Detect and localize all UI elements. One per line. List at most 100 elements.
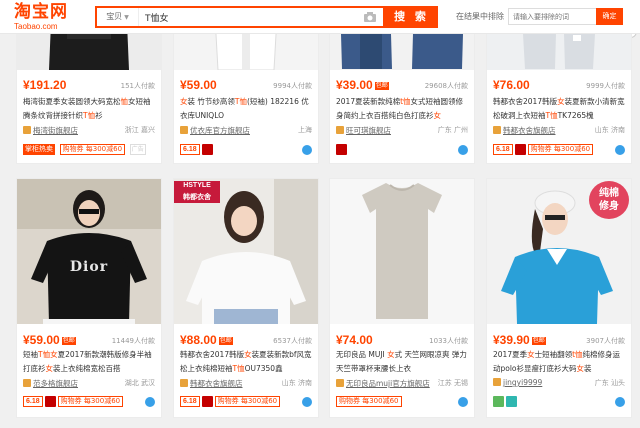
title-highlight: T恤女	[38, 350, 58, 359]
search-scope-label: 宝贝	[106, 12, 123, 21]
shop-link[interactable]: 旺可琪旗舰店	[346, 126, 391, 135]
title-text: 士短袖翻领	[534, 350, 573, 359]
coupon-badge[interactable]: 购物券 每300减60	[59, 144, 126, 155]
promo-618-badge: 6.18	[180, 396, 200, 407]
title-highlight: 女	[387, 350, 395, 359]
tmall-icon	[44, 396, 56, 407]
camera-icon[interactable]	[363, 10, 377, 24]
shop-link[interactable]: 无印良品muji官方旗舰店	[346, 379, 430, 388]
location: 广东 汕头	[594, 379, 625, 387]
shop-row: jingyi9999 广东 汕头	[493, 378, 625, 390]
wangwang-chat-icon[interactable]	[458, 145, 468, 155]
product-image[interactable]: HSTYLE 韩都衣舍	[174, 179, 318, 324]
guarantee-icon	[493, 396, 504, 407]
price-row: ¥59.00 9994人付款	[180, 78, 312, 92]
shop-row: 优衣库官方旗舰店 上海	[180, 125, 312, 137]
location: 山东 济南	[281, 379, 312, 387]
product-photo	[330, 179, 474, 324]
location: 江苏 无锡	[437, 379, 468, 387]
coupon-badge[interactable]: 购物券 每300减60	[57, 396, 124, 407]
free-shipping-tag: 包邮	[374, 82, 389, 90]
product-card[interactable]: 纯棉 修身 ¥39.90 包邮 3907人付款 2017夏季女士短袖翻领t恤纯棉修…	[486, 178, 632, 418]
shirt-print-text: Dior	[69, 259, 109, 275]
coupon-badge[interactable]: 购物券 每300减60	[527, 144, 594, 155]
product-image[interactable]: Dior	[17, 179, 161, 324]
title-highlight: 女	[433, 111, 442, 120]
product-title[interactable]: 女装 竹节纱高领T恤(短袖) 182216 优衣库UNIQLO	[180, 95, 313, 123]
top-search-bar: 淘宝网 Taobao.com 宝贝▼ 搜 索 在结果中排除 确定	[0, 0, 640, 34]
title-text: 装上衣纯棉宽松百搭	[53, 364, 121, 373]
shop-icon	[180, 379, 188, 387]
title-text: 2017夏季	[493, 350, 528, 359]
product-title[interactable]: 无印良品 MUJI 女式 天竺网眼凉爽 弹力天竺带罩杯束腰长上衣	[336, 348, 469, 376]
pay-count: 151人付款	[120, 82, 155, 90]
wangwang-chat-icon[interactable]	[145, 397, 155, 407]
ad-label: 广告	[129, 144, 146, 155]
pay-count: 9994人付款	[273, 82, 312, 90]
badges-row: 6.18 购物券 每300减60	[493, 144, 625, 158]
title-highlight: t恤	[572, 350, 583, 359]
promo-618-badge: 6.18	[23, 396, 43, 407]
wangwang-chat-icon[interactable]	[302, 397, 312, 407]
search-box: 宝贝 ▼	[95, 6, 385, 28]
hstyle-brand-cn: 韩都衣舍	[183, 193, 211, 201]
product-title[interactable]: 短袖T恤女夏2017新款潮韩版修身半袖打底衫女装上衣纯棉宽松百搭	[23, 348, 156, 376]
title-highlight: 女	[527, 350, 535, 359]
product-title[interactable]: 韩都衣舍2017韩版女装夏装新款bf风宽松上衣纯棉短袖T恤OU7350鑫	[180, 348, 313, 376]
title-text: TK7265槐	[557, 111, 594, 120]
title-text: 无印良品 MUJI	[336, 350, 388, 359]
coupon-badge[interactable]: 购物券 每300减60	[336, 396, 402, 407]
title-text: 2017夏装新款纯棉	[336, 97, 401, 106]
wangwang-chat-icon[interactable]	[302, 145, 312, 155]
product-title[interactable]: 2017夏装新款纯棉t恤女式短袖圆领修身简约上衣百搭纯白色打底衫女	[336, 95, 469, 123]
title-text: 衫	[95, 111, 103, 120]
shop-link[interactable]: 优衣库官方旗舰店	[190, 126, 250, 135]
product-card[interactable]: Dior ¥59.00 包邮 11449人付款 短袖T恤女夏2017新款潮韩版修身…	[16, 178, 162, 418]
price: ¥74.00	[336, 333, 373, 347]
title-text: 装 竹节纱高领	[187, 97, 235, 106]
search-input[interactable]	[145, 10, 355, 24]
product-title[interactable]: 韩都衣舍2017韩版女装夏新款小清新宽松破洞上衣短袖T恤TK7265槐	[493, 95, 626, 123]
shop-link[interactable]: 梅湾街旗舰店	[33, 126, 78, 135]
title-highlight: T恤	[234, 97, 247, 106]
badges-row	[336, 144, 468, 158]
wangwang-chat-icon[interactable]	[615, 397, 625, 407]
wangwang-chat-icon[interactable]	[458, 397, 468, 407]
title-highlight: 女	[180, 97, 188, 106]
shop-icon	[180, 126, 188, 134]
exclude-keyword-input[interactable]	[508, 8, 598, 25]
product-card[interactable]: HSTYLE 韩都衣舍 ¥88.00 包邮 6537人付款 韩都衣舍2017韩版女…	[173, 178, 319, 418]
product-photo	[17, 179, 161, 324]
coupon-badge[interactable]: 购物券 每300减60	[214, 396, 281, 407]
product-title[interactable]: 2017夏季女士短袖翻领t恤纯棉修身运动polo衫显瘦打底衫大码女装	[493, 348, 626, 376]
shop-link[interactable]: 韩都衣舍旗舰店	[503, 126, 556, 135]
pay-count: 29608人付款	[424, 82, 468, 90]
shop-link[interactable]: 范多格旗舰店	[33, 379, 78, 388]
wangwang-chat-icon[interactable]	[615, 145, 625, 155]
logo-text-en: Taobao.com	[14, 22, 58, 31]
title-highlight: T恤	[83, 111, 96, 120]
badges-row: 购物券 每300减60	[336, 396, 468, 410]
shop-icon	[23, 379, 31, 387]
shop-link[interactable]: jingyi9999	[503, 378, 542, 387]
cotton-badge-line2: 修身	[599, 201, 619, 212]
title-text: 短袖	[23, 350, 38, 359]
product-card[interactable]: ¥74.00 1033人付款 无印良品 MUJI 女式 天竺网眼凉爽 弹力天竺带…	[329, 178, 475, 418]
confirm-button[interactable]: 确定	[596, 8, 623, 25]
product-image[interactable]	[330, 179, 474, 324]
price-row: ¥76.00 9999人付款	[493, 78, 625, 92]
tmall-icon	[201, 144, 213, 155]
pay-count: 3907人付款	[586, 337, 625, 345]
price: ¥39.90	[493, 333, 530, 347]
shop-link[interactable]: 韩都衣舍旗舰店	[190, 379, 243, 388]
free-shipping-tag: 包邮	[218, 337, 233, 345]
taobao-logo[interactable]: 淘宝网 Taobao.com	[14, 2, 80, 31]
search-button[interactable]: 搜 索	[385, 6, 438, 28]
hstyle-brand-en: HSTYLE	[183, 182, 211, 189]
title-highlight: t恤	[400, 97, 411, 106]
product-title[interactable]: 梅湾街夏季女装圆领大码宽松恤女短袖腾条纹背拼接针织T恤衫	[23, 95, 156, 123]
product-image[interactable]: 纯棉 修身	[487, 179, 631, 324]
search-scope-dropdown[interactable]: 宝贝 ▼	[97, 8, 139, 26]
title-text: 梅湾街夏季女装圆领大码宽松	[23, 97, 121, 106]
badges-row: 6.18	[180, 144, 312, 158]
